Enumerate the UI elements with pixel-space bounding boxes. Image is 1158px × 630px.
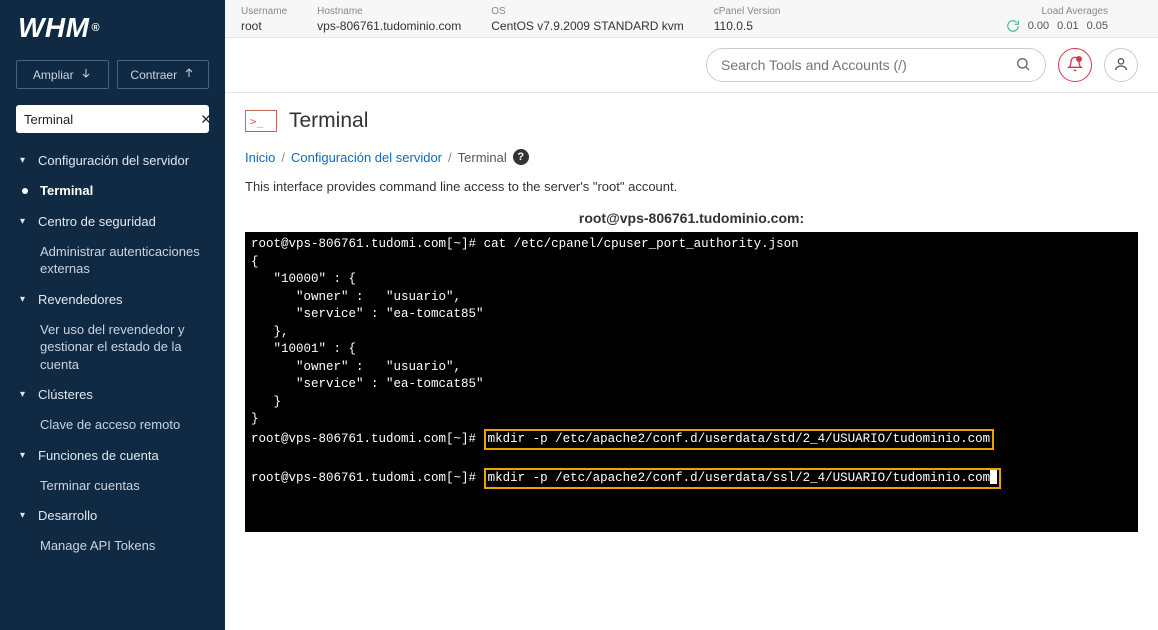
load-2: 0.01: [1057, 20, 1078, 32]
filter-input[interactable]: [24, 112, 200, 127]
sidebar-group-security-center[interactable]: ▾ Centro de seguridad: [0, 206, 225, 237]
load-3: 0.05: [1087, 20, 1108, 32]
logo: WHM®: [0, 0, 225, 52]
sidebar-group-server-config[interactable]: ▾ Configuración del servidor: [0, 145, 225, 176]
term-prompt: root@vps-806761.tudomi.com[~]#: [251, 432, 476, 446]
sidebar-group-label: Desarrollo: [38, 508, 97, 523]
terminal-cursor: [990, 470, 997, 484]
term-prompt: root@vps-806761.tudomi.com[~]#: [251, 471, 476, 485]
sidebar-item-external-auth[interactable]: Administrar autenticaciones externas: [0, 237, 225, 284]
chevron-down-icon: ▾: [20, 450, 30, 461]
logo-reg: ®: [91, 22, 100, 34]
highlighted-cmd-std: mkdir -p /etc/apache2/conf.d/userdata/st…: [484, 429, 995, 451]
load-1: 0.00: [1028, 20, 1049, 32]
user-account-button[interactable]: [1104, 48, 1138, 82]
content: >_ Terminal Inicio / Configuración del s…: [225, 93, 1158, 630]
sidebar-item-terminal[interactable]: Terminal: [0, 176, 225, 206]
sidebar-group-label: Revendedores: [38, 292, 123, 307]
sidebar-group-development[interactable]: ▾ Desarrollo: [0, 500, 225, 531]
terminal-output[interactable]: root@vps-806761.tudomi.com[~]# cat /etc/…: [245, 232, 1138, 532]
search-box: [706, 48, 1046, 82]
notifications-button[interactable]: [1058, 48, 1092, 82]
clear-filter-icon[interactable]: [200, 112, 212, 126]
terminal-icon: >_: [245, 110, 277, 132]
nav: ▾ Configuración del servidor Terminal ▾ Ce…: [0, 145, 225, 630]
help-icon[interactable]: ?: [513, 149, 529, 165]
expand-button[interactable]: Ampliar: [16, 60, 109, 89]
chevron-down-icon: ▾: [20, 216, 30, 227]
search-icon[interactable]: [1015, 56, 1031, 75]
chevron-down-icon: ▾: [20, 155, 30, 166]
sidebar-group-resellers[interactable]: ▾ Revendedores: [0, 284, 225, 315]
chevron-down-icon: ▾: [20, 389, 30, 400]
user-icon: [1113, 56, 1129, 75]
sidebar-group-label: Centro de seguridad: [38, 214, 156, 229]
sidebar-group-clusters[interactable]: ▾ Clústeres: [0, 379, 225, 410]
topbar-username: Username root: [241, 6, 287, 33]
search-row: [225, 38, 1158, 93]
topbar-os: OS CentOS v7.9.2009 STANDARD kvm: [491, 6, 684, 33]
sidebar-item-reseller-usage[interactable]: Ver uso del revendedor y gestionar el es…: [0, 315, 225, 380]
terminal-host-title: root@vps-806761.tudominio.com:: [245, 210, 1138, 226]
search-input[interactable]: [721, 57, 1015, 73]
topbar-hostname: Hostname vps-806761.tudominio.com: [317, 6, 461, 33]
sidebar-group-label: Configuración del servidor: [38, 153, 189, 168]
topbar: Username root Hostname vps-806761.tudomi…: [225, 0, 1158, 38]
sidebar-item-terminate-accounts[interactable]: Terminar cuentas: [0, 471, 225, 501]
term-cmd-cat: cat /etc/cpanel/cpuser_port_authority.js…: [484, 237, 799, 251]
chevron-down-icon: ▾: [20, 294, 30, 305]
highlighted-cmd-ssl: mkdir -p /etc/apache2/conf.d/userdata/ss…: [484, 468, 1002, 490]
intro-text: This interface provides command line acc…: [245, 179, 1138, 194]
term-prompt: root@vps-806761.tudomi.com[~]#: [251, 237, 476, 251]
topbar-cpanel-version: cPanel Version 110.0.5: [714, 6, 781, 33]
page-title: Terminal: [289, 109, 368, 133]
sidebar: WHM® Ampliar Contraer: [0, 0, 225, 630]
notification-dot-icon: [1076, 56, 1082, 62]
breadcrumb-server-config[interactable]: Configuración del servidor: [291, 150, 442, 165]
breadcrumb-home[interactable]: Inicio: [245, 150, 275, 165]
arrow-down-icon: [80, 67, 92, 82]
sidebar-group-label: Clústeres: [38, 387, 93, 402]
breadcrumb-current: Terminal: [458, 150, 507, 165]
sidebar-group-label: Funciones de cuenta: [38, 448, 159, 463]
collapse-label: Contraer: [130, 68, 177, 82]
refresh-icon[interactable]: [1006, 19, 1020, 33]
logo-text: WHM: [18, 12, 89, 44]
sidebar-group-account-functions[interactable]: ▾ Funciones de cuenta: [0, 440, 225, 471]
sidebar-item-manage-api-tokens[interactable]: Manage API Tokens: [0, 531, 225, 561]
filter-box: [16, 105, 209, 133]
expand-label: Ampliar: [33, 68, 74, 82]
topbar-load-averages: Load Averages 0.00 0.01 0.05: [1006, 6, 1108, 33]
chevron-down-icon: ▾: [20, 510, 30, 521]
collapse-button[interactable]: Contraer: [117, 60, 210, 89]
breadcrumb: Inicio / Configuración del servidor / Te…: [245, 149, 1138, 165]
main: Username root Hostname vps-806761.tudomi…: [225, 0, 1158, 630]
sidebar-item-remote-access-key[interactable]: Clave de acceso remoto: [0, 410, 225, 440]
arrow-up-icon: [183, 67, 195, 82]
